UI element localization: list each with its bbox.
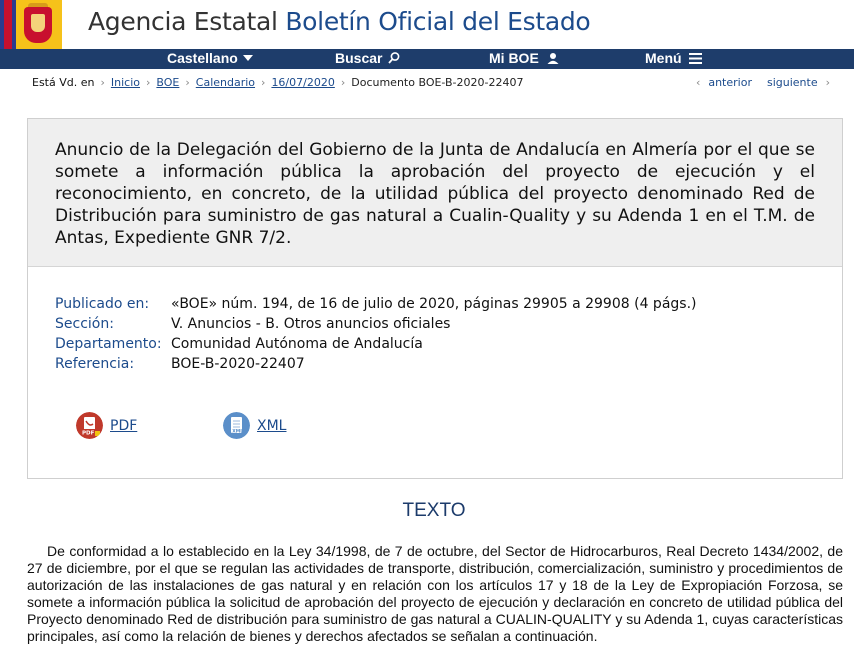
main-nav: Castellano Buscar Mi BOE Menú (0, 49, 854, 69)
document-summary: Anuncio de la Delegación del Gobierno de… (27, 118, 843, 479)
meta-value: «BOE» núm. 194, de 16 de julio de 2020, … (171, 296, 697, 312)
pdf-download-link[interactable]: PDF PDF (76, 412, 137, 439)
breadcrumb: Está Vd. en › Inicio › BOE › Calendario … (32, 76, 523, 89)
meta-value: Comunidad Autónoma de Andalucía (171, 336, 423, 352)
section-heading-texto: TEXTO (402, 500, 466, 521)
prev-document-link[interactable]: anterior (708, 76, 752, 89)
search-label: Buscar (335, 50, 383, 66)
meta-label: Departamento: (55, 336, 162, 352)
meta-row-published: Publicado en: «BOE» núm. 194, de 16 de j… (55, 294, 697, 314)
chevron-right-icon: › (185, 76, 190, 89)
meta-row-reference: Referencia: BOE-B-2020-22407 (55, 354, 697, 374)
my-boe-label: Mi BOE (489, 50, 539, 66)
coat-of-arms-logo[interactable] (0, 0, 62, 49)
document-pager: ‹ anterior siguiente › (688, 76, 838, 89)
search-icon (388, 52, 400, 64)
pdf-link-label[interactable]: PDF (110, 418, 137, 434)
chevron-right-icon: › (100, 76, 105, 89)
site-title-boe: Boletín Oficial del Estado (285, 7, 591, 36)
chevron-left-icon: ‹ (695, 76, 701, 89)
xml-icon: XML (223, 412, 250, 439)
document-body-paragraph: De conformidad a lo establecido en la Le… (27, 543, 843, 644)
search-button[interactable]: Buscar (335, 50, 401, 66)
hamburger-icon (688, 53, 702, 64)
chevron-right-icon: › (340, 76, 346, 89)
breadcrumb-inicio[interactable]: Inicio (111, 76, 140, 89)
breadcrumb-prefix: Está Vd. en (32, 76, 95, 89)
language-selector[interactable]: Castellano (167, 50, 253, 66)
chevron-right-icon: › (146, 76, 151, 89)
site-title-agency: Agencia Estatal (88, 7, 278, 36)
breadcrumb-date[interactable]: 16/07/2020 (271, 76, 334, 89)
menu-label: Menú (645, 50, 682, 66)
chevron-right-icon: › (261, 76, 266, 89)
document-title-box: Anuncio de la Delegación del Gobierno de… (28, 119, 842, 267)
meta-value: BOE-B-2020-22407 (171, 356, 305, 372)
breadcrumb-current: Documento BOE-B-2020-22407 (351, 76, 524, 89)
meta-label: Sección: (55, 316, 114, 332)
xml-link-label[interactable]: XML (257, 418, 286, 434)
site-title[interactable]: Agencia Estatal Boletín Oficial del Esta… (88, 7, 591, 36)
breadcrumb-boe[interactable]: BOE (156, 76, 179, 89)
svg-text:XML: XML (232, 429, 243, 435)
user-icon (547, 52, 559, 64)
pdf-icon: PDF (76, 412, 103, 439)
my-boe-button[interactable]: Mi BOE (489, 50, 560, 66)
breadcrumb-calendario[interactable]: Calendario (196, 76, 255, 89)
next-document-link[interactable]: siguiente (767, 76, 818, 89)
meta-label: Publicado en: (55, 296, 150, 312)
meta-label: Referencia: (55, 356, 135, 372)
chevron-right-icon: › (825, 76, 830, 89)
site-header: Agencia Estatal Boletín Oficial del Esta… (0, 0, 854, 49)
menu-button[interactable]: Menú (645, 50, 703, 66)
meta-row-section: Sección: V. Anuncios - B. Otros anuncios… (55, 314, 697, 334)
language-label: Castellano (167, 50, 238, 66)
svg-text:PDF: PDF (82, 430, 95, 436)
meta-value: V. Anuncios - B. Otros anuncios oficiale… (171, 316, 451, 332)
chevron-down-icon (242, 54, 253, 61)
meta-row-department: Departamento: Comunidad Autónoma de Anda… (55, 334, 697, 354)
xml-download-link[interactable]: XML XML (223, 412, 286, 439)
document-title: Anuncio de la Delegación del Gobierno de… (55, 140, 815, 248)
document-metadata: Publicado en: «BOE» núm. 194, de 16 de j… (55, 294, 697, 374)
